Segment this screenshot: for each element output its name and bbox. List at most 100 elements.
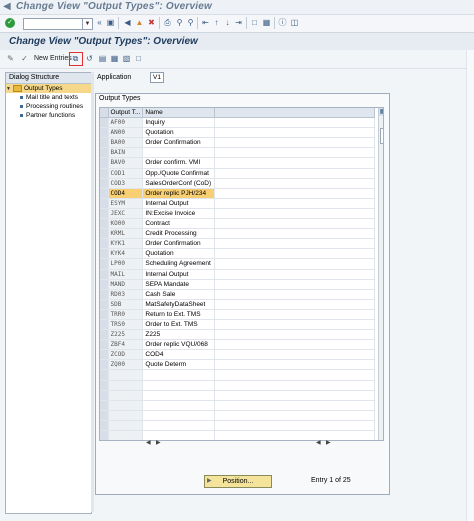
save-icon[interactable]: ▣	[106, 18, 115, 28]
select-all-icon[interactable]: ▦	[110, 54, 119, 64]
row-selector[interactable]	[100, 430, 109, 440]
row-selector[interactable]	[100, 380, 109, 391]
row-selector[interactable]	[100, 299, 109, 310]
row-selector[interactable]	[100, 258, 109, 270]
new-entries-button[interactable]: New Entries	[34, 55, 72, 62]
empty-table-row[interactable]	[100, 400, 376, 411]
output-type-cell[interactable]: KYK4	[108, 248, 144, 260]
table-row[interactable]: ZQ00 Quote Determ	[100, 359, 376, 371]
output-type-cell[interactable]: BAIN	[108, 147, 144, 159]
output-type-cell[interactable]: TRR0	[108, 309, 144, 320]
name-cell[interactable]	[142, 147, 216, 159]
cancel-icon[interactable]: ✖	[147, 18, 156, 28]
select-block-icon[interactable]: ▧	[122, 54, 131, 64]
deselect-all-icon[interactable]: □	[134, 54, 143, 64]
table-row[interactable]: BAV0 Order confirm. VMI	[100, 157, 376, 169]
name-cell[interactable]	[142, 400, 216, 411]
name-cell[interactable]	[142, 369, 216, 381]
output-type-cell[interactable]	[108, 400, 144, 411]
name-cell[interactable]: Order replic PJH/234	[142, 188, 216, 199]
table-row[interactable]: Z225 Z225	[100, 329, 376, 341]
row-selector[interactable]	[100, 147, 109, 159]
history-icon[interactable]: «	[95, 18, 104, 28]
row-selector[interactable]	[100, 178, 109, 189]
output-type-cell[interactable]: COD4	[108, 188, 144, 199]
table-row[interactable]: AF00 Inquiry	[100, 117, 376, 129]
name-cell[interactable]: Return to Ext. TMS	[142, 309, 216, 320]
output-type-cell[interactable]: TRS0	[108, 319, 144, 331]
output-type-cell[interactable]	[108, 430, 144, 440]
name-cell[interactable]: Internal Output	[142, 269, 216, 280]
name-cell[interactable]: Quotation	[142, 127, 216, 139]
output-type-cell[interactable]	[108, 390, 144, 401]
horizontal-scrollbar[interactable]: ◀ ▶ ◀ ▶	[142, 439, 382, 446]
row-selector[interactable]	[100, 390, 109, 401]
exit-icon[interactable]: ▲	[135, 18, 144, 28]
name-cell[interactable]	[142, 420, 216, 432]
row-selector[interactable]	[100, 309, 109, 320]
table-row[interactable]: LP00 Scheduling Agreement	[100, 258, 376, 270]
table-row[interactable]: RD03 Cash Sale	[100, 289, 376, 300]
page-scrollbar[interactable]	[466, 50, 474, 521]
name-cell[interactable]: MatSafetyDataSheet	[142, 299, 216, 310]
name-cell[interactable]: IN:Excise Invoice	[142, 208, 216, 220]
row-selector[interactable]	[100, 369, 109, 381]
name-cell[interactable]	[142, 410, 216, 421]
column-header-name[interactable]: Name	[142, 108, 216, 119]
empty-table-row[interactable]	[100, 390, 376, 401]
table-row[interactable]: ZCOD COD4	[100, 349, 376, 361]
name-cell[interactable]: Order replic VQU/068	[142, 339, 216, 351]
back-arrow-icon[interactable]: ◀	[3, 1, 11, 12]
name-cell[interactable]: Z225	[142, 329, 216, 341]
output-type-cell[interactable]: KYK1	[108, 238, 144, 250]
output-type-cell[interactable]: LP00	[108, 258, 144, 270]
vertical-scrollbar[interactable]: ▦	[378, 108, 383, 440]
row-selector[interactable]	[100, 157, 109, 169]
output-type-cell[interactable]	[108, 369, 144, 381]
find-next-icon[interactable]: ⚲	[186, 18, 195, 28]
table-row[interactable]: COD4 Order replic PJH/234	[100, 188, 376, 199]
output-type-cell[interactable]: ESYM	[108, 198, 144, 209]
last-page-icon[interactable]: ⇥	[234, 18, 243, 28]
undo-change-icon[interactable]: ▤	[98, 54, 107, 64]
row-selector[interactable]	[100, 269, 109, 280]
copy-as-icon[interactable]: ⧉	[71, 54, 80, 64]
row-selector[interactable]	[100, 289, 109, 300]
name-cell[interactable]: Order Confirmation	[142, 137, 216, 149]
row-selector[interactable]	[100, 228, 109, 240]
table-row[interactable]: BA00 Order Confirmation	[100, 137, 376, 149]
name-cell[interactable]	[142, 380, 216, 391]
row-selector[interactable]	[100, 410, 109, 421]
empty-table-row[interactable]	[100, 420, 376, 432]
tree-item-output-types[interactable]: ▼ Output Types	[6, 84, 91, 93]
row-selector[interactable]	[100, 349, 109, 361]
table-row[interactable]: KO00 Contract	[100, 218, 376, 230]
empty-table-row[interactable]	[100, 369, 376, 381]
output-type-cell[interactable]: Z225	[108, 329, 144, 341]
row-selector[interactable]	[100, 359, 109, 371]
row-selector[interactable]	[100, 137, 109, 149]
scroll-right-icon[interactable]: ▶	[326, 439, 331, 446]
name-cell[interactable]: Inquiry	[142, 117, 216, 129]
row-selector[interactable]	[100, 127, 109, 139]
customize-layout-icon[interactable]: ◫	[290, 18, 299, 28]
select-all-column-button[interactable]	[100, 108, 109, 119]
name-cell[interactable]: Order Confirmation	[142, 238, 216, 250]
output-type-cell[interactable]: MAIL	[108, 269, 144, 280]
output-type-cell[interactable]: JEXC	[108, 208, 144, 220]
create-session-icon[interactable]: □	[250, 18, 259, 28]
table-row[interactable]: COD3 SalesOrderConf (CoD)	[100, 178, 376, 189]
previous-page-icon[interactable]: ↑	[212, 18, 221, 28]
name-cell[interactable]: Credit Processing	[142, 228, 216, 240]
new-entries-icon[interactable]: ✓	[20, 54, 29, 64]
output-type-cell[interactable]: KO00	[108, 218, 144, 230]
row-selector[interactable]	[100, 117, 109, 129]
scroll-thumb[interactable]	[380, 128, 383, 144]
row-selector[interactable]	[100, 248, 109, 260]
row-selector[interactable]	[100, 218, 109, 230]
name-cell[interactable]: Order confirm. VMI	[142, 157, 216, 169]
command-field[interactable]: ▼	[23, 18, 93, 30]
row-selector[interactable]	[100, 329, 109, 341]
delete-icon[interactable]: ↺	[85, 54, 94, 64]
name-cell[interactable]: Quotation	[142, 248, 216, 260]
